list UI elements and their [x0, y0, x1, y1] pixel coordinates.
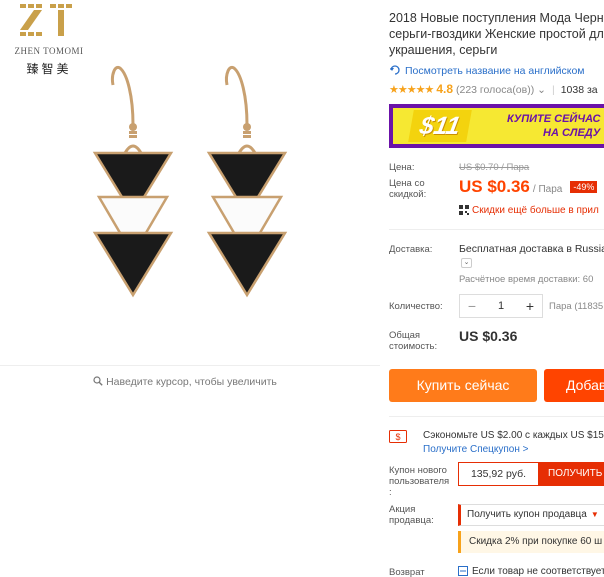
- select-coupon-text: Сэкономьте US $2.00 с каждых US $15.: [423, 430, 604, 441]
- quantity-label: Количество:: [389, 301, 443, 312]
- sale-price-label-line-2: скидкой:: [389, 189, 427, 200]
- shipping-value: Бесплатная доставка в Russia: [459, 243, 604, 255]
- seller-promo-label-line-2: продавца:: [389, 515, 434, 526]
- quantity-increase-button[interactable]: +: [518, 295, 542, 317]
- returns-policy: Если товар не соответствует: [458, 566, 604, 577]
- coupon-icon: $: [389, 430, 407, 446]
- sale-price-label-line-1: Цена со: [389, 178, 425, 189]
- new-user-coupon-label-line-2: пользователя: [389, 476, 450, 487]
- shipping-label: Доставка:: [389, 244, 433, 255]
- divider: [389, 229, 604, 230]
- translate-title-text: Посмотреть название на английском: [405, 65, 585, 77]
- total-value: US $0.36: [459, 328, 518, 344]
- new-user-coupon-label: Купон нового пользователя :: [389, 465, 449, 498]
- translate-icon: [389, 64, 401, 79]
- total-label-line-2: стоимость:: [389, 341, 438, 352]
- seller-coupon-select[interactable]: Получить купон продавца ▼: [458, 504, 604, 526]
- app-discount-link[interactable]: Скидки ещё больше в прил: [459, 205, 599, 218]
- magnifier-icon: [93, 376, 103, 389]
- get-coupon-button[interactable]: ПОЛУЧИТЬ: [538, 462, 604, 486]
- svg-text:$: $: [395, 432, 400, 442]
- qr-code-icon: [459, 205, 469, 218]
- seller-coupon-select-text: Получить купон продавца: [467, 509, 587, 520]
- product-title-line-1: 2018 Новые поступления Мода Черн: [389, 11, 604, 25]
- sale-price-unit: / Пара: [532, 184, 563, 195]
- promo-line-1: КУПИТЕ СЕЙЧАС: [507, 113, 601, 125]
- brand-name-cn: 臻智美: [26, 62, 72, 76]
- chevron-down-icon[interactable]: ⌄: [537, 84, 546, 96]
- product-title-line-2: серьги-гвоздики Женские простой дл: [389, 27, 604, 41]
- shipping-dropdown-icon[interactable]: ⌄: [461, 258, 472, 268]
- promo-message: КУПИТЕ СЕЙЧАС НА СЛЕДУ: [507, 112, 600, 140]
- original-price: US $0.70 / Пара: [459, 162, 530, 173]
- returns-policy-text: Если товар не соответствует: [472, 566, 604, 577]
- total-label: Общая стоимость:: [389, 330, 437, 352]
- earring-right: [206, 66, 288, 298]
- new-user-coupon-value: 135,92 руб.: [458, 462, 538, 486]
- orders-count: 1038 за: [560, 84, 598, 96]
- total-label-line-1: Общая: [389, 330, 421, 341]
- get-select-coupon-link[interactable]: Получите Спецкупон >: [423, 444, 529, 455]
- product-title-line-3: украшения, серьги: [389, 43, 498, 57]
- zoom-hint-text: Наведите курсор, чтобы увеличить: [106, 376, 277, 388]
- divider: [389, 416, 604, 417]
- translate-title-link[interactable]: Посмотреть название на английском: [389, 64, 585, 79]
- shield-icon: [458, 566, 468, 577]
- rating-score: 4.8: [436, 82, 453, 96]
- chevron-down-icon: ▼: [590, 510, 599, 519]
- add-to-cart-button[interactable]: Добав: [544, 369, 604, 402]
- product-title: 2018 Новые поступления Мода Черн серьги-…: [389, 10, 604, 58]
- brand-name: ZHEN TOMOMI: [14, 46, 84, 56]
- shipping-estimate: Расчётное время доставки: 60: [459, 274, 594, 285]
- zt-monogram-icon: [20, 4, 72, 36]
- star-rating-icon: ★★★★★: [389, 84, 434, 96]
- new-user-coupon-label-line-1: Купон нового: [389, 465, 447, 476]
- product-gallery: ZHEN TOMOMI 臻智美 Наведите курсор, чтобы у…: [0, 0, 380, 577]
- earring-left: [92, 66, 174, 298]
- zoom-hint: Наведите курсор, чтобы увеличить: [0, 376, 370, 389]
- quantity-stepper: − 1 +: [459, 294, 543, 318]
- promo-banner[interactable]: $11 КУПИТЕ СЕЙЧАС НА СЛЕДУ: [389, 104, 604, 148]
- product-info-panel: 2018 Новые поступления Мода Черн серьги-…: [389, 0, 604, 577]
- price-label: Цена:: [389, 162, 415, 173]
- promo-amount: $11: [408, 110, 472, 142]
- gallery-divider: [0, 365, 380, 366]
- returns-label: Возврат: [389, 567, 425, 577]
- quantity-available: Пара (11835: [549, 301, 604, 312]
- rating-row: ★★★★★ 4.8 (223 голоса(ов)) ⌄ | 1038 за: [389, 82, 598, 96]
- seller-promo-label-line-1: Акция: [389, 504, 416, 515]
- rating-votes[interactable]: (223 голоса(ов)): [456, 84, 534, 96]
- earrings-product-image: [92, 66, 288, 298]
- quantity-input[interactable]: 1: [484, 295, 518, 317]
- quantity-decrease-button[interactable]: −: [460, 295, 484, 317]
- seller-promo-label: Акция продавца:: [389, 504, 434, 526]
- rating-separator: |: [551, 84, 555, 96]
- sale-price: US $0.36/ Пара -49%: [459, 177, 598, 197]
- sale-price-value: US $0.36: [459, 177, 530, 196]
- app-discount-text: Скидки ещё больше в прил: [472, 205, 599, 216]
- discount-badge: -49%: [570, 181, 598, 193]
- buy-now-button[interactable]: Купить сейчас: [389, 369, 537, 402]
- sale-price-label: Цена со скидкой:: [389, 178, 426, 200]
- brand-logo: ZHEN TOMOMI 臻智美: [8, 4, 90, 78]
- new-user-coupon-label-line-3: :: [389, 487, 392, 498]
- promo-line-2: НА СЛЕДУ: [543, 127, 601, 139]
- seller-discount-promo: Скидка 2% при покупке 60 ш: [458, 531, 604, 553]
